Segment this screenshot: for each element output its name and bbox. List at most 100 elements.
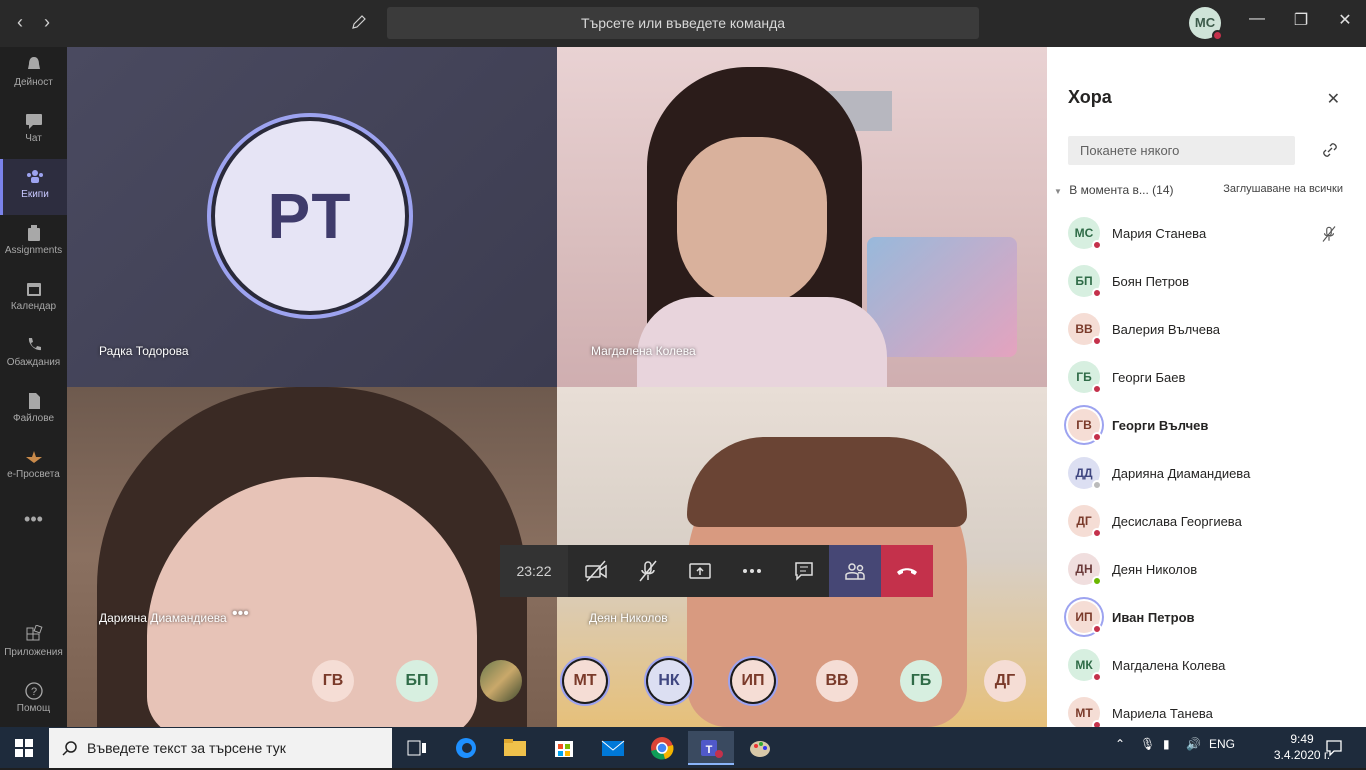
participant-avatar[interactable]: ДГ <box>984 660 1026 702</box>
close-icon[interactable]: ✕ <box>1327 89 1340 109</box>
participant-avatar[interactable]: МТ <box>564 660 606 702</box>
presence-status-icon <box>1092 624 1102 634</box>
chrome-icon[interactable] <box>639 731 685 765</box>
app-rail: Дейност Чат Екипи Assignments Календар О… <box>0 47 67 727</box>
avatar-initials: ГВ <box>1076 418 1092 432</box>
invite-input[interactable]: Поканете някого <box>1068 136 1295 165</box>
rail-label: Помощ <box>16 703 51 714</box>
participant-name: Боян Петров <box>1112 274 1190 289</box>
more-apps-button[interactable]: ••• <box>0 499 67 539</box>
eprosveta-icon <box>25 451 42 463</box>
participant-row[interactable]: БП Боян Петров <box>1068 259 1358 307</box>
rail-item-activity[interactable]: Дейност <box>0 47 67 103</box>
hang-up-button[interactable] <box>881 545 933 597</box>
minimize-icon[interactable]: — <box>1242 10 1272 28</box>
participant-initials: ГВ <box>322 672 344 689</box>
more-options-icon[interactable]: ••• <box>232 605 249 623</box>
file-explorer-icon[interactable] <box>492 731 538 765</box>
teams-taskbar-icon[interactable]: T <box>688 731 734 765</box>
participant-row[interactable]: ГБ Георги Баев <box>1068 355 1358 403</box>
command-search-input[interactable]: Търсете или въведете команда <box>387 7 979 39</box>
show-participants-button[interactable] <box>829 545 881 597</box>
avatar-initials: ВВ <box>1075 322 1093 336</box>
back-icon[interactable]: ‹ <box>6 8 34 36</box>
volume-icon[interactable]: 🔊 <box>1186 737 1201 751</box>
rail-item-calls[interactable]: Обаждания <box>0 327 67 383</box>
chat-icon <box>795 562 813 581</box>
participant-name: Деян Николов <box>1112 562 1198 577</box>
new-chat-icon[interactable] <box>345 8 373 36</box>
chevron-up-icon[interactable]: ⌃ <box>1115 737 1125 751</box>
share-screen-icon <box>689 563 711 579</box>
paint-icon[interactable] <box>737 731 783 765</box>
video-tile-avatar[interactable]: РТ Радка Тодорова <box>67 47 557 387</box>
participant-row[interactable]: ДН Деян Николов <box>1068 547 1358 595</box>
notifications-icon[interactable] <box>1325 739 1343 757</box>
rail-label: Приложения <box>4 647 63 658</box>
task-view-icon[interactable] <box>394 731 440 765</box>
participant-name: Мария Станева <box>1112 226 1207 241</box>
rail-item-help[interactable]: ? Помощ <box>0 673 67 729</box>
more-actions-button[interactable] <box>726 545 778 597</box>
close-window-icon[interactable]: ✕ <box>1330 10 1360 30</box>
participant-row[interactable]: ДГ Десислава Георгиева <box>1068 499 1358 547</box>
participant-avatar[interactable]: НК <box>648 660 690 702</box>
battery-icon[interactable]: ▮ <box>1163 737 1170 751</box>
store-icon[interactable] <box>541 731 587 765</box>
avatar: ВВ <box>1068 313 1102 346</box>
forward-icon[interactable]: › <box>33 8 61 36</box>
microphone-icon[interactable]: 🎙 <box>1140 737 1155 751</box>
rail-item-assignments[interactable]: Assignments <box>0 215 67 271</box>
taskbar-search-input[interactable]: Въведете текст за търсене тук <box>49 728 392 768</box>
rail-item-apps[interactable]: Приложения <box>0 617 67 673</box>
avatar-initials: ГБ <box>1076 370 1092 384</box>
windows-start-icon[interactable] <box>15 739 33 757</box>
rail-label: Календар <box>10 301 57 312</box>
participant-name: Георги Вълчев <box>1112 418 1209 433</box>
mute-all-button[interactable]: Заглушаване на всички <box>1223 183 1343 195</box>
mail-icon[interactable] <box>590 731 636 765</box>
avatar: ДН <box>1068 553 1102 586</box>
participant-row[interactable]: МС Мария Станева <box>1068 211 1358 259</box>
mic-toggle-button[interactable] <box>622 545 674 597</box>
participant-avatar[interactable]: ГВ <box>312 660 354 702</box>
participant-row[interactable]: ВВ Валерия Вълчева <box>1068 307 1358 355</box>
video-tile-camera[interactable]: Магдалена Колева <box>557 47 1047 387</box>
taskbar-clock[interactable]: 9:49 3.4.2020 г. <box>1272 731 1332 763</box>
participant-avatar[interactable]: ИП <box>732 660 774 702</box>
mic-off-icon[interactable] <box>1320 225 1338 243</box>
participant-avatar[interactable]: БП <box>396 660 438 702</box>
search-icon <box>62 741 77 756</box>
rail-item-teams[interactable]: Екипи <box>0 159 67 215</box>
participant-initials: МТ <box>573 672 597 689</box>
chat-icon <box>25 114 42 129</box>
presence-status-icon <box>1092 480 1102 490</box>
rail-item-chat[interactable]: Чат <box>0 103 67 159</box>
camera-toggle-button[interactable] <box>570 545 622 597</box>
rail-label: Екипи <box>21 189 49 200</box>
participant-row[interactable]: ДД Дарияна Диамандиева <box>1068 451 1358 499</box>
participant-photo[interactable] <box>480 660 522 702</box>
rail-item-files[interactable]: Файлове <box>0 383 67 439</box>
copy-link-icon[interactable] <box>1322 142 1338 158</box>
avatar-initials: ДГ <box>1076 514 1092 528</box>
participant-avatar[interactable]: ВВ <box>816 660 858 702</box>
show-chat-button[interactable] <box>778 545 830 597</box>
language-indicator[interactable]: ENG <box>1209 737 1235 751</box>
person-hair <box>687 437 967 527</box>
rail-label: e-Просвета <box>7 469 60 480</box>
edge-icon[interactable] <box>443 731 489 765</box>
profile-avatar[interactable]: МС <box>1189 7 1223 41</box>
maximize-icon[interactable]: ❐ <box>1286 10 1316 30</box>
files-icon <box>28 393 40 409</box>
share-screen-button[interactable] <box>674 545 726 597</box>
participant-row[interactable]: ИП Иван Петров <box>1068 595 1358 643</box>
rail-item-calendar[interactable]: Календар <box>0 271 67 327</box>
in-meeting-section[interactable]: ▼ В момента в... (14) <box>1054 183 1174 197</box>
participant-avatar[interactable]: ГБ <box>900 660 942 702</box>
mic-off-icon <box>639 560 657 582</box>
hang-up-icon <box>897 568 917 575</box>
rail-item-eprosveta[interactable]: e-Просвета <box>0 439 67 495</box>
participant-row[interactable]: МК Магдалена Колева <box>1068 643 1358 691</box>
participant-row[interactable]: ГВ Георги Вълчев <box>1068 403 1358 451</box>
